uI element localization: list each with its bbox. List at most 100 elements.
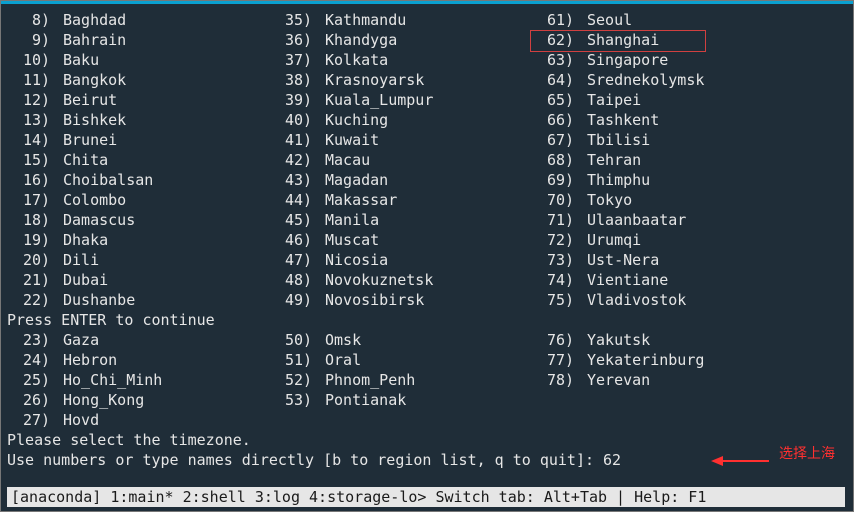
tz-option-27[interactable]: 27)Hovd — [7, 410, 269, 430]
paren: ) — [565, 290, 579, 310]
paren: ) — [303, 170, 317, 190]
tz-name: Tokyo — [587, 190, 632, 210]
input-value[interactable]: 62 — [603, 451, 621, 469]
tz-option-17[interactable]: 17)Colombo — [7, 190, 269, 210]
tz-option-48[interactable]: 48)Novokuznetsk — [269, 270, 531, 290]
tz-number: 75 — [531, 290, 565, 310]
tz-option-21[interactable]: 21)Dubai — [7, 270, 269, 290]
tz-number: 49 — [269, 290, 303, 310]
tz-name: Dili — [63, 250, 99, 270]
tz-option-46[interactable]: 46)Muscat — [269, 230, 531, 250]
tz-number: 52 — [269, 370, 303, 390]
tz-option-44[interactable]: 44)Makassar — [269, 190, 531, 210]
tz-option-19[interactable]: 19)Dhaka — [7, 230, 269, 250]
paren: ) — [41, 10, 55, 30]
tz-number: 42 — [269, 150, 303, 170]
tz-option-69[interactable]: 69)Thimphu — [531, 170, 793, 190]
tz-option-43[interactable]: 43)Magadan — [269, 170, 531, 190]
tz-number: 39 — [269, 90, 303, 110]
tz-number: 70 — [531, 190, 565, 210]
tz-option-49[interactable]: 49)Novosibirsk — [269, 290, 531, 310]
tz-option-74[interactable]: 74)Vientiane — [531, 270, 793, 290]
tz-option-11[interactable]: 11)Bangkok — [7, 70, 269, 90]
tz-option-26[interactable]: 26)Hong_Kong — [7, 390, 269, 410]
tz-option-65[interactable]: 65)Taipei — [531, 90, 793, 110]
paren: ) — [41, 270, 55, 290]
paren: ) — [565, 250, 579, 270]
tz-option-9[interactable]: 9)Bahrain — [7, 30, 269, 50]
tz-option-68[interactable]: 68)Tehran — [531, 150, 793, 170]
tz-name: Bangkok — [63, 70, 126, 90]
tz-option-35[interactable]: 35)Kathmandu — [269, 10, 531, 30]
tz-name: Magadan — [325, 170, 388, 190]
paren: ) — [303, 10, 317, 30]
tz-option-39[interactable]: 39)Kuala_Lumpur — [269, 90, 531, 110]
tz-option-24[interactable]: 24)Hebron — [7, 350, 269, 370]
tz-option-15[interactable]: 15)Chita — [7, 150, 269, 170]
tz-option-73[interactable]: 73)Ust-Nera — [531, 250, 793, 270]
tz-option-53[interactable]: 53)Pontianak — [269, 390, 531, 410]
press-enter-line: Press ENTER to continue — [7, 310, 847, 330]
terminal-output[interactable]: 8)Baghdad35)Kathmandu61)Seoul 9)Bahrain36… — [1, 4, 853, 470]
paren: ) — [41, 190, 55, 210]
tz-option-42[interactable]: 42)Macau — [269, 150, 531, 170]
tz-option-63[interactable]: 63)Singapore — [531, 50, 793, 70]
tz-number: 35 — [269, 10, 303, 30]
tz-name: Yekaterinburg — [587, 350, 704, 370]
tz-option-77[interactable]: 77)Yekaterinburg — [531, 350, 793, 370]
tz-number: 27 — [7, 410, 41, 430]
tz-option-41[interactable]: 41)Kuwait — [269, 130, 531, 150]
tz-option-51[interactable]: 51)Oral — [269, 350, 531, 370]
tz-option-12[interactable]: 12)Beirut — [7, 90, 269, 110]
tz-option-50[interactable]: 50)Omsk — [269, 330, 531, 350]
tz-option-61[interactable]: 61)Seoul — [531, 10, 793, 30]
tz-name: Beirut — [63, 90, 117, 110]
tz-option-36[interactable]: 36)Khandyga — [269, 30, 531, 50]
paren: ) — [565, 330, 579, 350]
tz-number: 44 — [269, 190, 303, 210]
tz-name: Damascus — [63, 210, 135, 230]
paren: ) — [565, 170, 579, 190]
tz-option-78[interactable]: 78)Yerevan — [531, 370, 793, 390]
tz-option-10[interactable]: 10)Baku — [7, 50, 269, 70]
tz-number: 76 — [531, 330, 565, 350]
tz-number: 78 — [531, 370, 565, 390]
tz-number: 69 — [531, 170, 565, 190]
tz-option-13[interactable]: 13)Bishkek — [7, 110, 269, 130]
tz-option-18[interactable]: 18)Damascus — [7, 210, 269, 230]
tz-option-14[interactable]: 14)Brunei — [7, 130, 269, 150]
tz-option-47[interactable]: 47)Nicosia — [269, 250, 531, 270]
tz-option-64[interactable]: 64)Srednekolymsk — [531, 70, 793, 90]
tz-option-37[interactable]: 37)Kolkata — [269, 50, 531, 70]
paren: ) — [565, 50, 579, 70]
tz-option-22[interactable]: 22)Dushanbe — [7, 290, 269, 310]
tz-option-75[interactable]: 75)Vladivostok — [531, 290, 793, 310]
tz-name: Kuwait — [325, 130, 379, 150]
paren: ) — [565, 150, 579, 170]
tz-option-20[interactable]: 20)Dili — [7, 250, 269, 270]
tz-option-76[interactable]: 76) Yakutsk — [531, 330, 793, 350]
tz-option-71[interactable]: 71)Ulaanbaatar — [531, 210, 793, 230]
tz-option-72[interactable]: 72)Urumqi — [531, 230, 793, 250]
paren: ) — [41, 50, 55, 70]
paren: ) — [41, 250, 55, 270]
tz-name: Kuala_Lumpur — [325, 90, 433, 110]
tz-option-16[interactable]: 16)Choibalsan — [7, 170, 269, 190]
tz-option-45[interactable]: 45)Manila — [269, 210, 531, 230]
paren: ) — [41, 130, 55, 150]
tz-option-67[interactable]: 67)Tbilisi — [531, 130, 793, 150]
tz-option-23[interactable]: 23)Gaza — [7, 330, 269, 350]
tz-option-8[interactable]: 8)Baghdad — [7, 10, 269, 30]
paren: ) — [41, 350, 55, 370]
terminal-window: 8)Baghdad35)Kathmandu61)Seoul 9)Bahrain36… — [0, 0, 854, 512]
tz-option-70[interactable]: 70)Tokyo — [531, 190, 793, 210]
tz-option-25[interactable]: 25)Ho_Chi_Minh — [7, 370, 269, 390]
tz-option-52[interactable]: 52)Phnom_Penh — [269, 370, 531, 390]
tz-option-38[interactable]: 38)Krasnoyarsk — [269, 70, 531, 90]
paren: ) — [565, 90, 579, 110]
tz-option-66[interactable]: 66)Tashkent — [531, 110, 793, 130]
tz-option-40[interactable]: 40)Kuching — [269, 110, 531, 130]
tz-number: 73 — [531, 250, 565, 270]
tz-name: Yakutsk — [587, 330, 650, 350]
tz-name: Ulaanbaatar — [587, 210, 686, 230]
